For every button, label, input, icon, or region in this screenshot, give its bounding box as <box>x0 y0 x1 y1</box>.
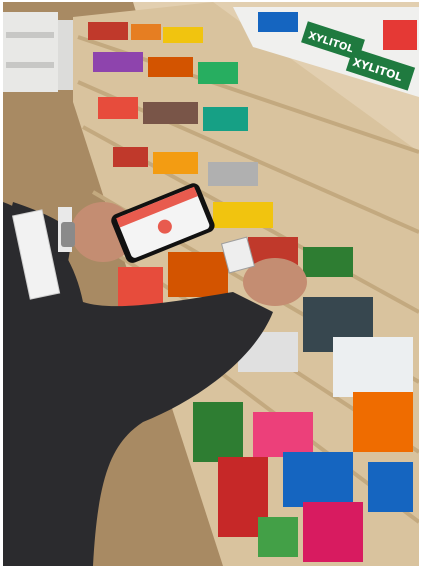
store-photo: XYLITOL XYLITOL <box>3 2 419 566</box>
wristwatch <box>61 222 75 247</box>
display-cabinet <box>3 12 58 92</box>
scene-illustration: XYLITOL XYLITOL <box>3 2 419 566</box>
